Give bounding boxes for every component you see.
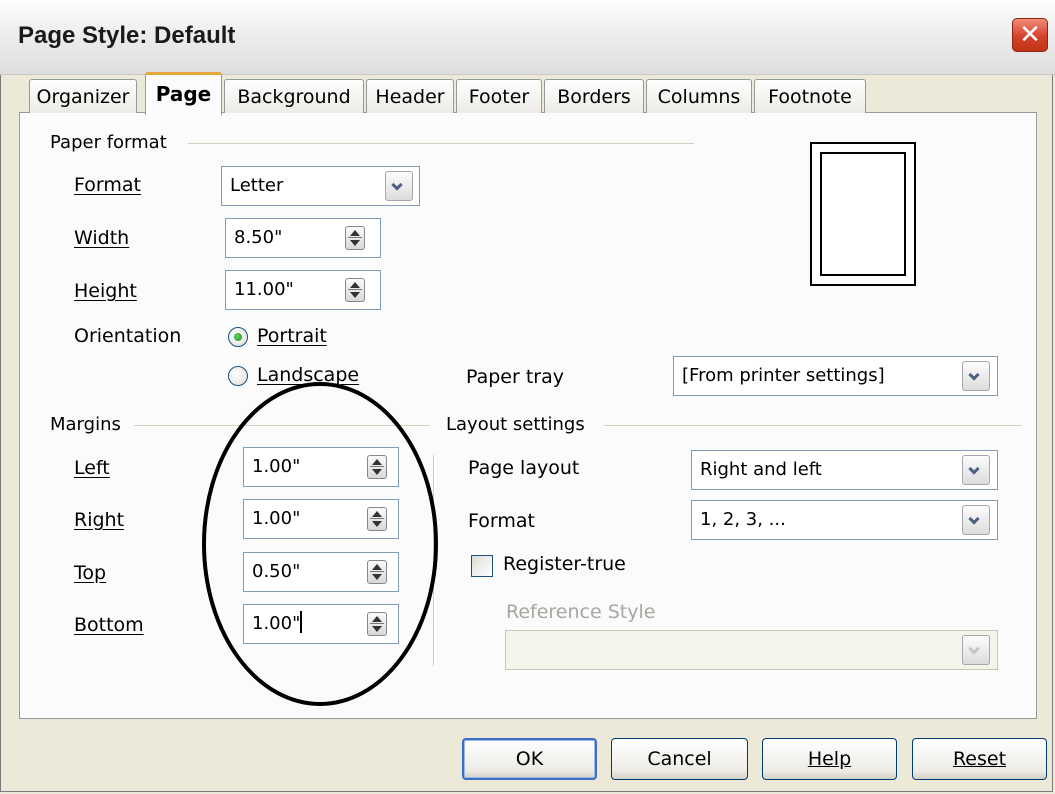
- paper-format-group-label: Paper format: [50, 132, 167, 153]
- cancel-button[interactable]: Cancel: [611, 738, 748, 780]
- tab-background[interactable]: Background: [224, 79, 364, 113]
- chevron-down-icon: [962, 635, 990, 665]
- format-dropdown[interactable]: Letter: [221, 166, 420, 206]
- window-title: Page Style: Default: [18, 22, 236, 49]
- height-spin-icon[interactable]: [345, 278, 365, 302]
- margin-top-label: Top: [74, 562, 107, 584]
- paper-tray-label: Paper tray: [466, 366, 564, 388]
- tab-footnote[interactable]: Footnote: [754, 79, 866, 113]
- tab-page[interactable]: Page: [145, 72, 222, 115]
- page-layout-dropdown[interactable]: Right and left: [691, 450, 998, 490]
- annotation-ellipse: [202, 382, 438, 706]
- paper-format-rule: [188, 143, 694, 145]
- tab-borders[interactable]: Borders: [544, 79, 644, 113]
- chevron-down-icon[interactable]: [962, 455, 990, 485]
- reset-button[interactable]: Reset: [912, 738, 1047, 780]
- tab-header[interactable]: Header: [366, 79, 454, 113]
- page-preview: [810, 142, 916, 286]
- tab-footer[interactable]: Footer: [456, 79, 542, 113]
- layout-settings-rule: [604, 425, 1022, 427]
- page-layout-label: Page layout: [468, 457, 580, 479]
- chevron-down-icon[interactable]: [385, 171, 413, 201]
- paper-tray-dropdown[interactable]: [From printer settings]: [673, 356, 998, 396]
- register-true-label[interactable]: Register-true: [503, 553, 626, 575]
- width-label: Width: [74, 227, 130, 249]
- margin-left-label: Left: [74, 457, 110, 479]
- ok-button[interactable]: OK: [462, 738, 597, 780]
- numbering-format-dropdown[interactable]: 1, 2, 3, ...: [691, 500, 998, 540]
- height-input[interactable]: 11.00": [225, 270, 381, 310]
- portrait-label[interactable]: Portrait: [257, 325, 327, 347]
- help-button[interactable]: Help: [762, 738, 897, 780]
- reference-style-label: Reference Style: [506, 601, 656, 623]
- portrait-radio[interactable]: [228, 327, 248, 347]
- margin-bottom-label: Bottom: [74, 614, 144, 636]
- reference-style-dropdown: [505, 630, 998, 670]
- tab-organizer[interactable]: Organizer: [29, 79, 137, 113]
- close-icon: ✕: [1019, 20, 1041, 50]
- margin-right-label: Right: [74, 509, 125, 531]
- numbering-format-label: Format: [468, 510, 535, 532]
- tab-columns[interactable]: Columns: [646, 79, 752, 113]
- height-label: Height: [74, 280, 137, 302]
- margins-group-label: Margins: [50, 414, 121, 435]
- width-spin-icon[interactable]: [345, 226, 365, 250]
- close-button[interactable]: ✕: [1012, 18, 1048, 52]
- layout-settings-group-label: Layout settings: [446, 414, 585, 435]
- chevron-down-icon[interactable]: [962, 505, 990, 535]
- chevron-down-icon[interactable]: [962, 361, 990, 391]
- page-preview-margin: [820, 152, 906, 276]
- format-label: Format: [74, 174, 141, 196]
- width-input[interactable]: 8.50": [225, 218, 381, 258]
- orientation-label: Orientation: [74, 325, 182, 347]
- register-true-checkbox[interactable]: [471, 555, 493, 577]
